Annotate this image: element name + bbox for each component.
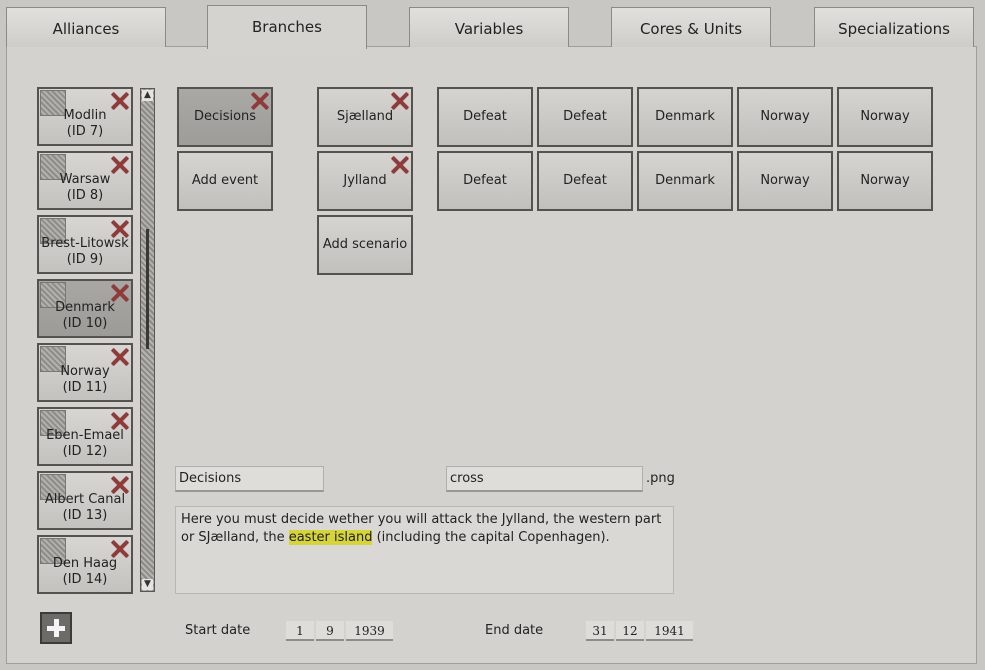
outcome-button[interactable]: Denmark: [637, 151, 733, 211]
end-day-input[interactable]: 31: [586, 621, 614, 641]
province-item-selected[interactable]: Denmark (ID 10): [37, 279, 133, 338]
tab-variables[interactable]: Variables: [409, 7, 569, 47]
delete-icon[interactable]: [390, 91, 410, 111]
branch-label: Decisions: [193, 109, 257, 124]
branch-decisions-button[interactable]: Decisions: [177, 87, 273, 147]
province-name: Warsaw: [59, 172, 111, 187]
tab-branches[interactable]: Branches: [207, 5, 367, 49]
end-year-input[interactable]: 1941: [646, 621, 693, 641]
province-name: Denmark: [55, 300, 115, 315]
outcome-button[interactable]: Denmark: [637, 87, 733, 147]
province-id: (ID 7): [66, 124, 104, 139]
province-item[interactable]: Warsaw (ID 8): [37, 151, 133, 210]
outcome-button[interactable]: Defeat: [537, 151, 633, 211]
scenario-sjaelland-button[interactable]: Sjælland: [317, 87, 413, 147]
description-text-end: (including the capital Copenhagen).: [372, 530, 610, 545]
province-name: Eben-Emael: [46, 428, 124, 443]
start-month-input[interactable]: 9: [316, 621, 344, 641]
province-id: (ID 8): [66, 188, 104, 203]
province-name: Modlin: [63, 108, 107, 123]
start-day-input[interactable]: 1: [286, 621, 314, 641]
image-extension-label: .png: [646, 471, 675, 486]
branch-title-input[interactable]: Decisions: [175, 466, 324, 492]
province-item[interactable]: Modlin (ID 7): [37, 87, 133, 146]
province-name: Albert Canal: [44, 492, 126, 507]
add-province-button[interactable]: [40, 612, 72, 644]
start-date-label: Start date: [185, 623, 251, 638]
outcome-button[interactable]: Defeat: [437, 151, 533, 211]
start-year-input[interactable]: 1939: [346, 621, 393, 641]
description-textarea[interactable]: Here you must decide wether you will att…: [175, 506, 674, 594]
province-item[interactable]: Albert Canal (ID 13): [37, 471, 133, 530]
province-item[interactable]: Norway (ID 11): [37, 343, 133, 402]
scenario-label: Jylland: [343, 173, 387, 188]
province-name: Den Haag: [52, 556, 118, 571]
province-id: (ID 14): [62, 572, 108, 587]
add-scenario-button[interactable]: Add scenario: [317, 215, 413, 275]
outcome-button[interactable]: Norway: [837, 151, 933, 211]
scroll-up-icon[interactable]: ▲: [142, 90, 153, 101]
tab-cores-units[interactable]: Cores & Units: [611, 7, 771, 47]
province-item[interactable]: Den Haag (ID 14): [37, 535, 133, 594]
tab-specializations[interactable]: Specializations: [814, 7, 974, 47]
tab-alliances[interactable]: Alliances: [6, 7, 166, 47]
province-id: (ID 9): [66, 252, 104, 267]
outcome-button[interactable]: Norway: [837, 87, 933, 147]
image-name-input[interactable]: cross: [446, 466, 643, 492]
scenario-jylland-button[interactable]: Jylland: [317, 151, 413, 211]
province-scrollbar[interactable]: ▲ ▼: [140, 88, 155, 592]
outcome-button[interactable]: Norway: [737, 87, 833, 147]
outcome-button[interactable]: Defeat: [437, 87, 533, 147]
outcome-button[interactable]: Norway: [737, 151, 833, 211]
outcome-button[interactable]: Defeat: [537, 87, 633, 147]
scroll-down-icon[interactable]: ▼: [142, 579, 153, 590]
delete-icon[interactable]: [390, 155, 410, 175]
end-date-label: End date: [485, 623, 544, 638]
add-event-button[interactable]: Add event: [177, 151, 273, 211]
province-item[interactable]: Brest-Litowsk (ID 9): [37, 215, 133, 274]
province-name: Brest-Litowsk: [41, 236, 129, 251]
province-name: Norway: [60, 364, 110, 379]
description-highlight: easter island: [288, 530, 373, 545]
delete-icon[interactable]: [250, 91, 270, 111]
scenario-label: Sjælland: [336, 109, 394, 124]
province-id: (ID 11): [62, 380, 108, 395]
scrollbar-thumb[interactable]: [146, 229, 149, 349]
province-id: (ID 12): [62, 444, 108, 459]
end-month-input[interactable]: 12: [616, 621, 644, 641]
province-id: (ID 13): [62, 508, 108, 523]
province-id: (ID 10): [62, 316, 108, 331]
province-item[interactable]: Eben-Emael (ID 12): [37, 407, 133, 466]
